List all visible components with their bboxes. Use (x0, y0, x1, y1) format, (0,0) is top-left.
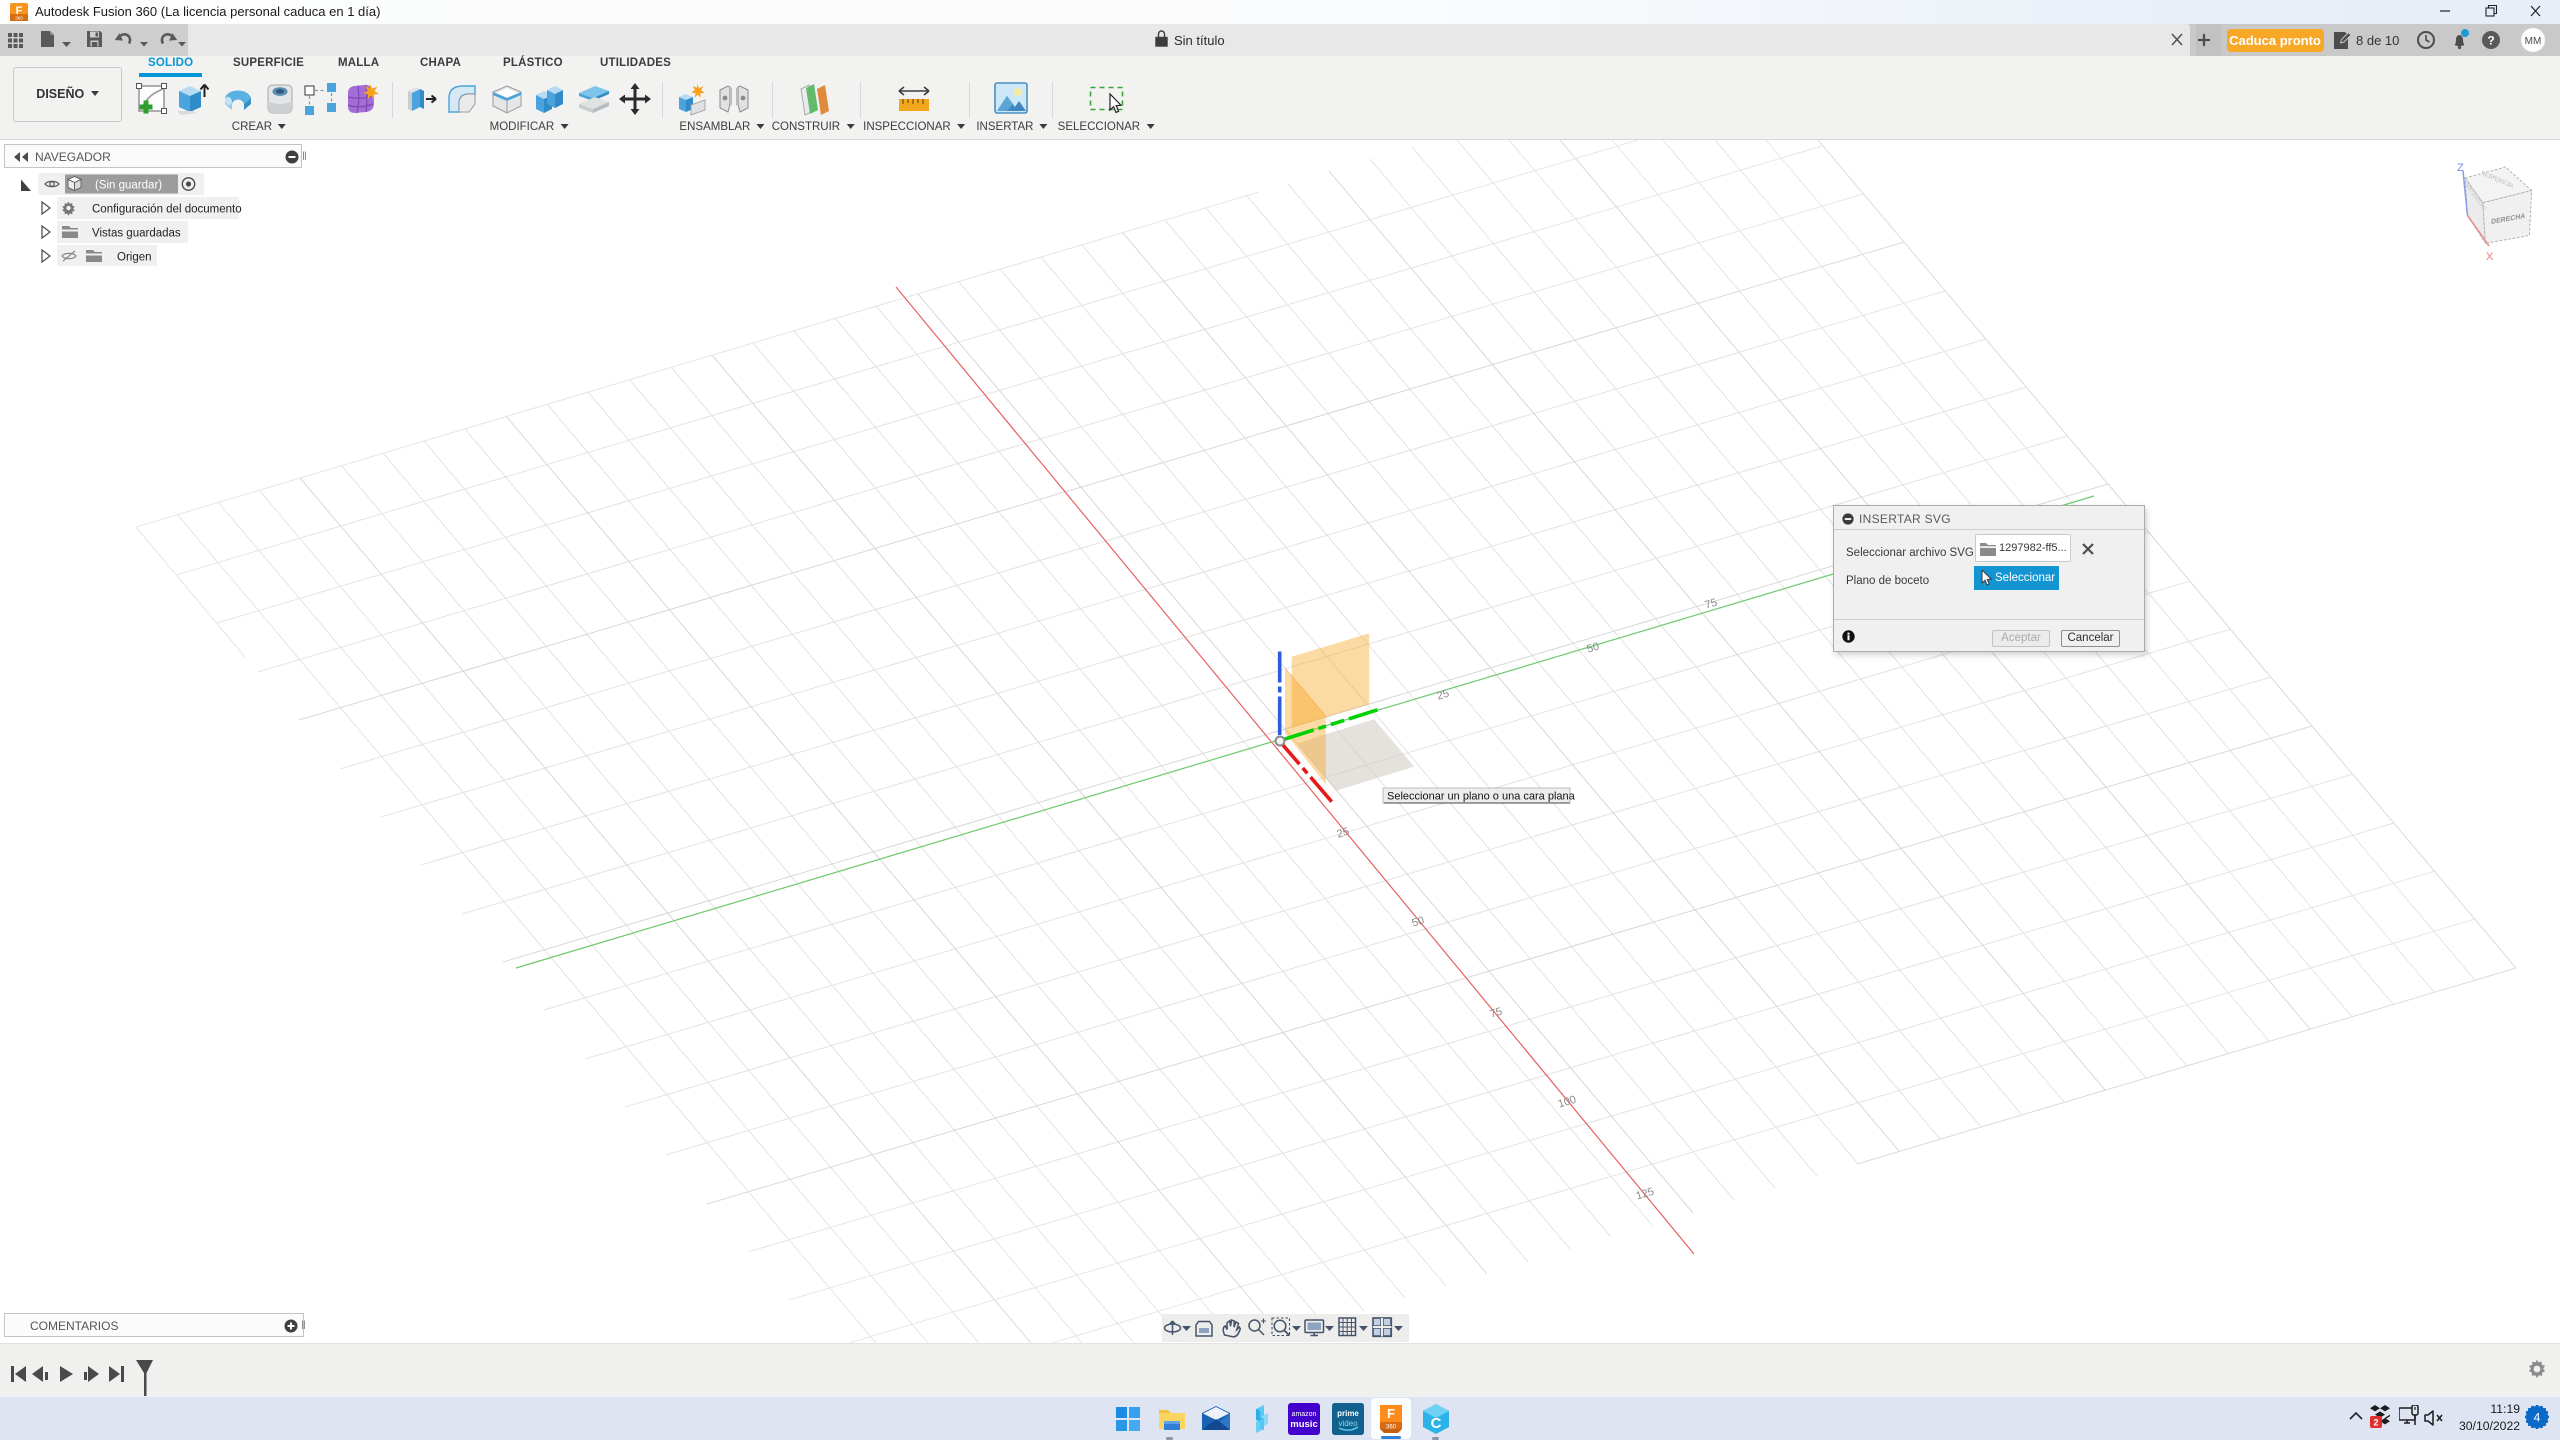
svg-text:amazon: amazon (1292, 1411, 1317, 1418)
svg-text:(Sin guardar): (Sin guardar) (95, 179, 162, 191)
svg-text:Sin título: Sin título (1174, 33, 1225, 48)
svg-text:Vistas guardadas: Vistas guardadas (92, 227, 181, 239)
svg-text:MM: MM (2525, 36, 2542, 47)
svg-text:?: ? (2487, 34, 2494, 48)
svg-text:8 de 10: 8 de 10 (2356, 33, 2399, 48)
svg-text:video: video (1338, 1419, 1358, 1428)
svg-text:360: 360 (15, 16, 23, 21)
svg-text:Seleccionar un plano o una car: Seleccionar un plano o una cara plana (1387, 791, 1576, 803)
svg-text:Origen: Origen (117, 251, 152, 263)
svg-text:2: 2 (2373, 1418, 2378, 1428)
svg-text:Caduca pronto: Caduca pronto (2229, 33, 2321, 48)
svg-text:prime: prime (1337, 1409, 1359, 1418)
svg-text:Configuración del documento: Configuración del documento (92, 203, 242, 215)
svg-text:360: 360 (1386, 1425, 1397, 1431)
svg-text:C: C (1431, 1415, 1442, 1432)
svg-text:music: music (1290, 1419, 1317, 1430)
svg-text:4: 4 (2534, 1411, 2541, 1425)
svg-text:X: X (2486, 251, 2494, 263)
svg-text:Z: Z (2457, 162, 2464, 174)
svg-text:F: F (1387, 1406, 1395, 1421)
